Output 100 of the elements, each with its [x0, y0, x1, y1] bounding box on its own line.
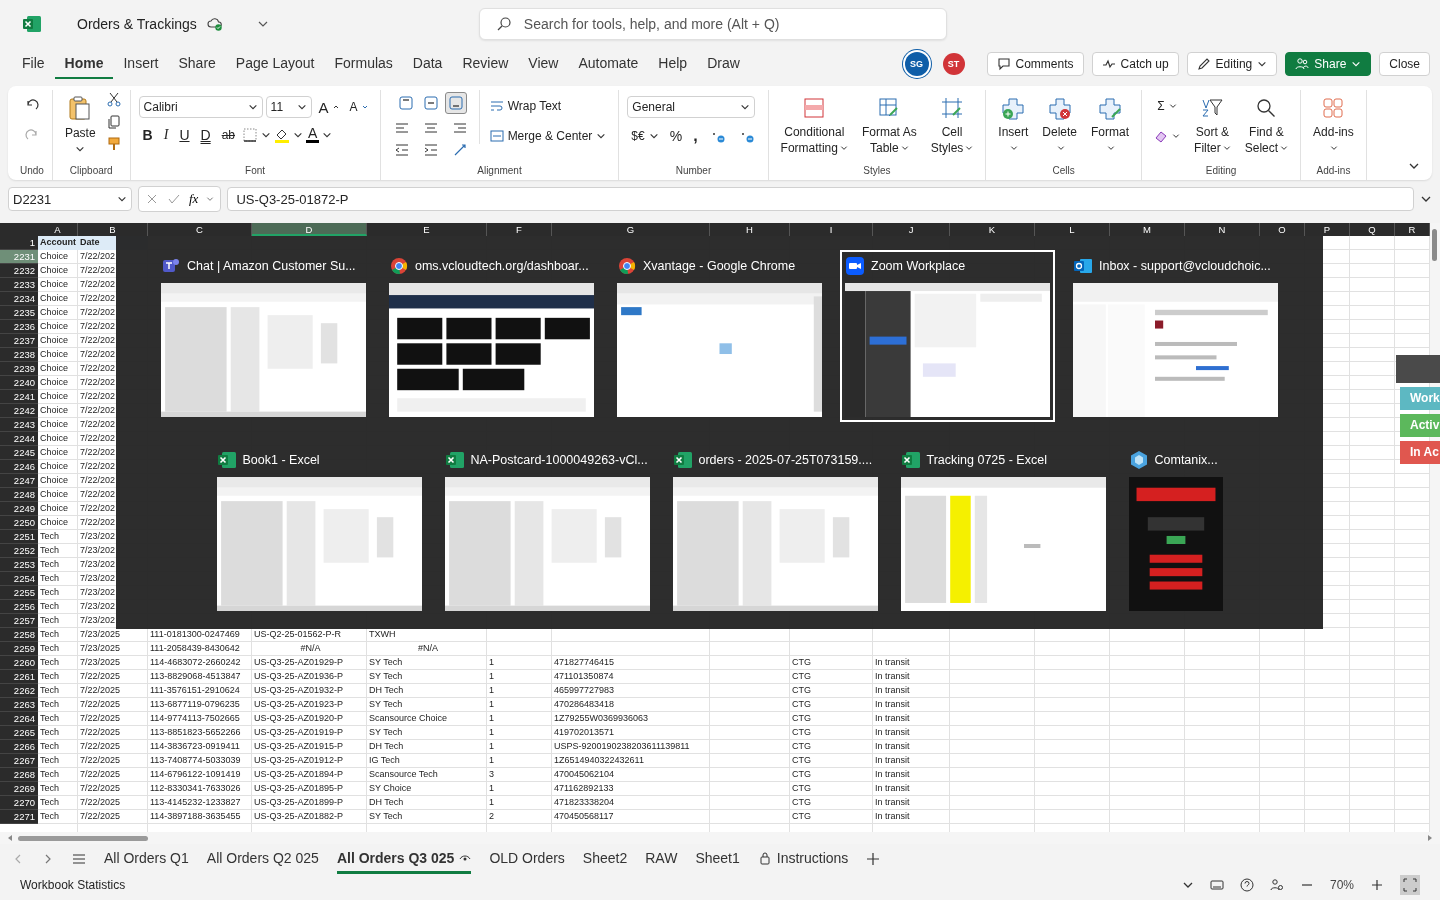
- window-thumbnail[interactable]: oms.vcloudtech.org/dashboar...: [384, 249, 599, 422]
- cancel-icon[interactable]: [145, 192, 159, 206]
- row-header[interactable]: 2254: [0, 572, 38, 586]
- row-header[interactable]: 2236: [0, 320, 38, 334]
- window-thumbnail[interactable]: Zoom Workplace: [840, 249, 1055, 422]
- copy-icon[interactable]: [105, 114, 122, 130]
- font-style-button[interactable]: D: [196, 126, 215, 144]
- sheet-tab[interactable]: RAW: [645, 844, 678, 874]
- row-header[interactable]: 2268: [0, 768, 38, 782]
- row-header[interactable]: 2239: [0, 362, 38, 376]
- row-header[interactable]: 2264: [0, 712, 38, 726]
- zoom-in-icon[interactable]: [1370, 878, 1384, 892]
- row-header[interactable]: 2271: [0, 810, 38, 824]
- row-header[interactable]: 2263: [0, 698, 38, 712]
- font-style-button[interactable]: ab: [217, 127, 239, 143]
- row-header[interactable]: 2262: [0, 684, 38, 698]
- row-header[interactable]: 2261: [0, 670, 38, 684]
- add-sheet-icon[interactable]: [866, 852, 881, 866]
- row-header[interactable]: 2251: [0, 530, 38, 544]
- column-header[interactable]: Q: [1350, 223, 1395, 236]
- workbook-statistics-link[interactable]: Workbook Statistics: [20, 878, 126, 892]
- row-header[interactable]: 2234: [0, 292, 38, 306]
- increase-indent-icon[interactable]: [422, 142, 439, 158]
- sheet-tab[interactable]: All Orders Q2 025: [206, 844, 319, 874]
- row-header[interactable]: 2258: [0, 628, 38, 642]
- window-thumbnail[interactable]: Tracking 0725 - Excel: [895, 443, 1111, 616]
- font-color-button[interactable]: A: [306, 127, 320, 143]
- row-header[interactable]: 2260: [0, 656, 38, 670]
- decrease-indent-icon[interactable]: [393, 142, 410, 158]
- menu-tab[interactable]: Insert: [113, 49, 169, 79]
- user-avatar[interactable]: SG: [904, 52, 929, 76]
- menu-tab[interactable]: Page Layout: [225, 49, 325, 79]
- merge-center-button[interactable]: Merge & Center: [485, 128, 611, 144]
- row-header[interactable]: 2235: [0, 306, 38, 320]
- cells-button[interactable]: Delete: [1038, 90, 1082, 160]
- row-header[interactable]: 2255: [0, 586, 38, 600]
- menu-tab[interactable]: Home: [54, 49, 114, 79]
- cells-button[interactable]: Format: [1087, 90, 1134, 160]
- menu-tab[interactable]: Draw: [697, 49, 750, 79]
- sort-filter-button[interactable]: Sort & Filter: [1190, 90, 1235, 160]
- paste-button[interactable]: Paste: [60, 90, 100, 158]
- row-header[interactable]: 2248: [0, 488, 38, 502]
- row-header[interactable]: 2253: [0, 558, 38, 572]
- menu-tab[interactable]: Data: [402, 49, 453, 79]
- keyboard-icon[interactable]: [1209, 878, 1224, 892]
- window-thumbnail[interactable]: Comtanix...: [1123, 443, 1228, 616]
- chevron-down-icon[interactable]: [293, 130, 303, 140]
- window-thumbnail[interactable]: Book1 - Excel: [211, 443, 427, 616]
- autosum-button[interactable]: Σ: [1153, 98, 1181, 114]
- menu-tab[interactable]: View: [518, 49, 569, 79]
- scroll-left-icon[interactable]: [6, 834, 14, 842]
- font-size-dropdown[interactable]: 11: [265, 96, 312, 118]
- window-thumbnail[interactable]: NA-Postcard-1000049263-vCl...: [439, 443, 655, 616]
- scrollbar-thumb[interactable]: [18, 835, 148, 841]
- scrollbar-thumb[interactable]: [1432, 229, 1437, 261]
- window-thumbnail[interactable]: orders - 2025-07-25T073159....: [667, 443, 883, 616]
- scissors-icon[interactable]: [105, 92, 122, 108]
- font-style-button[interactable]: U: [175, 126, 194, 144]
- menu-tab[interactable]: Automate: [568, 49, 649, 79]
- row-header[interactable]: 2247: [0, 474, 38, 488]
- row-header[interactable]: 2241: [0, 390, 38, 404]
- align-right-icon[interactable]: [451, 120, 468, 136]
- user-avatar[interactable]: ST: [942, 53, 965, 75]
- formula-field[interactable]: US-Q3-25-01872-P: [227, 187, 1414, 211]
- window-thumbnail[interactable]: Xvantage - Google Chrome: [612, 249, 827, 422]
- row-header[interactable]: 2243: [0, 418, 38, 432]
- status-tab[interactable]: In Ac: [1400, 441, 1440, 464]
- scroll-right-icon[interactable]: [1426, 834, 1434, 842]
- row-header[interactable]: 2257: [0, 614, 38, 628]
- styles-button[interactable]: Cell Styles: [926, 90, 978, 160]
- close-button[interactable]: Close: [1379, 52, 1430, 76]
- font-family-dropdown[interactable]: Calibri: [138, 96, 263, 118]
- sheet-tab[interactable]: All Orders Q1: [104, 844, 189, 874]
- people-icon[interactable]: [1269, 878, 1284, 892]
- number-format-dropdown[interactable]: General: [627, 96, 756, 118]
- column-header[interactable]: D: [252, 223, 367, 236]
- row-header[interactable]: 2269: [0, 782, 38, 796]
- find-select-button[interactable]: Find & Select: [1240, 90, 1293, 160]
- zoom-level[interactable]: 70%: [1329, 878, 1354, 892]
- sheet-tab[interactable]: OLD Orders: [489, 844, 565, 874]
- row-header[interactable]: 2240: [0, 376, 38, 390]
- row-header[interactable]: 2256: [0, 600, 38, 614]
- row-header[interactable]: 2237: [0, 334, 38, 348]
- styles-button[interactable]: Format As Table: [857, 90, 921, 160]
- row-header[interactable]: 2246: [0, 460, 38, 474]
- row-header[interactable]: 2266: [0, 740, 38, 754]
- row-header[interactable]: 2233: [0, 278, 38, 292]
- add-ins-button[interactable]: Add-ins: [1309, 90, 1358, 160]
- row-header[interactable]: 2231: [0, 250, 38, 264]
- wrap-text-button[interactable]: Wrap Text: [485, 98, 566, 114]
- vertical-align-button[interactable]: [444, 92, 467, 114]
- row-header[interactable]: 2270: [0, 796, 38, 810]
- row-header[interactable]: 2244: [0, 432, 38, 446]
- row-header[interactable]: 2238: [0, 348, 38, 362]
- grow-font-button[interactable]: A: [314, 97, 343, 117]
- shrink-font-button[interactable]: A: [345, 99, 372, 115]
- currency-button[interactable]: $€: [627, 128, 663, 144]
- row-header[interactable]: 2267: [0, 754, 38, 768]
- share-button[interactable]: Share: [1285, 52, 1372, 76]
- row-header[interactable]: 2245: [0, 446, 38, 460]
